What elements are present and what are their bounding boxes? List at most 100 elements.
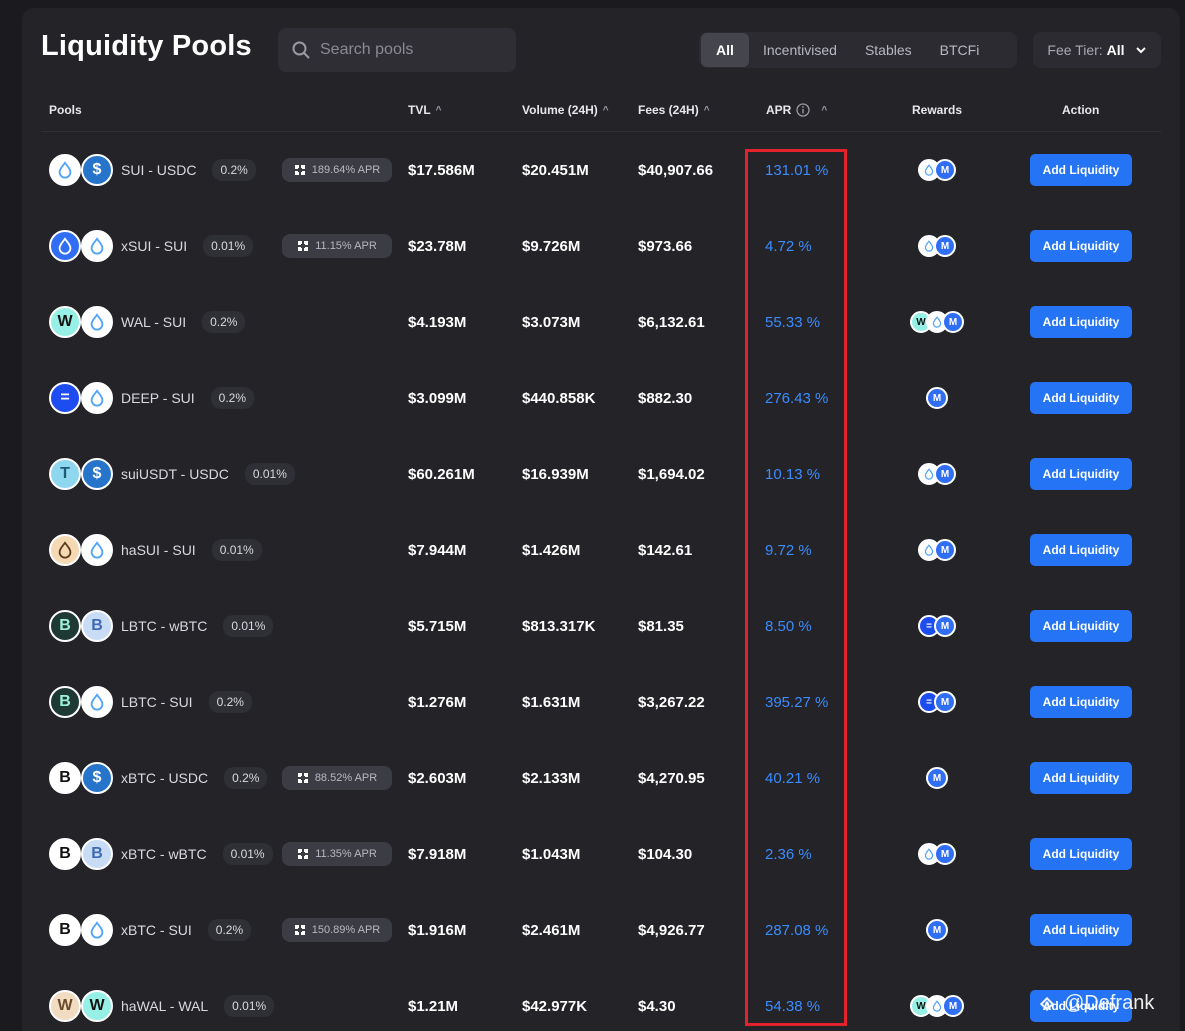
hasui-token-icon <box>49 534 81 566</box>
bonus-apr-cell: 88.52% APR <box>282 740 392 816</box>
sui-token-icon <box>81 686 113 718</box>
pool-pair: DEEP - SUI 0.2% <box>121 360 255 436</box>
apr-value[interactable]: 9.72 % <box>765 512 812 588</box>
filter-tab-incentivised[interactable]: Incentivised <box>749 33 851 67</box>
reward-token-icons[interactable]: = M <box>911 664 963 740</box>
search-box[interactable] <box>278 28 516 72</box>
fee-tier-badge: 0.01% <box>211 539 262 561</box>
column-header-apr[interactable]: APR ^ <box>766 103 827 117</box>
add-liquidity-button[interactable]: Add Liquidity <box>1030 762 1132 794</box>
add-liquidity-button[interactable]: Add Liquidity <box>1030 382 1132 414</box>
apr-value[interactable]: 395.27 % <box>765 664 828 740</box>
sort-caret-icon: ^ <box>821 104 828 116</box>
apr-value[interactable]: 276.43 % <box>765 360 828 436</box>
bonus-apr-text: 11.15% APR <box>315 240 377 252</box>
pool-row[interactable]: B B LBTC - wBTC 0.01% $5.715M $813.317K $81.35… <box>41 588 1161 664</box>
reward-token-icons[interactable]: M <box>911 512 963 588</box>
sort-caret-icon: ^ <box>602 104 609 116</box>
reward-token-icons[interactable]: M <box>911 436 963 512</box>
pool-token-pair-icons: B $ <box>49 740 113 816</box>
volume-value: $20.451M <box>522 161 589 179</box>
add-liquidity-button[interactable]: Add Liquidity <box>1030 914 1132 946</box>
column-header-volume[interactable]: Volume (24H) ^ <box>522 103 609 117</box>
fee-tier-badge: 0.01% <box>244 463 295 485</box>
pool-row[interactable]: haSUI - SUI 0.01% $7.944M $1.426M $142.61 9.7… <box>41 512 1161 588</box>
gift-icon <box>294 165 305 175</box>
pool-row[interactable]: W WhaWAL - WAL 0.01% $1.21M $42.977K $4.30 54.… <box>41 968 1161 1031</box>
apr-value[interactable]: 55.33 % <box>765 284 820 360</box>
mmt-token-icon: M <box>934 843 956 865</box>
reward-icon-stack: M <box>918 539 956 561</box>
apr-value[interactable]: 10.13 % <box>765 436 820 512</box>
mmt-token-icon: M <box>942 311 964 333</box>
add-liquidity-button[interactable]: Add Liquidity <box>1030 306 1132 338</box>
reward-icon-stack: WM <box>910 995 964 1017</box>
reward-token-icons[interactable]: M <box>911 816 963 892</box>
add-liquidity-button[interactable]: Add Liquidity <box>1030 458 1132 490</box>
search-input[interactable] <box>320 41 500 59</box>
add-liquidity-button[interactable]: Add Liquidity <box>1030 534 1132 566</box>
reward-token-icons[interactable]: WM <box>910 284 964 360</box>
pool-row[interactable]: B $ xBTC - USDC 0.2% 88.52% APR $2.603M $2.133… <box>41 740 1161 816</box>
apr-value[interactable]: 4.72 % <box>765 208 812 284</box>
apr-value[interactable]: 54.38 % <box>765 968 820 1031</box>
reward-token-icons[interactable]: = M <box>911 588 963 664</box>
tvl-value: $2.603M <box>408 769 467 787</box>
bonus-apr-badge[interactable]: 189.64% APR <box>282 158 392 182</box>
filter-tab-stables[interactable]: Stables <box>851 33 926 67</box>
pool-token-pair-icons: = <box>49 360 113 436</box>
pool-pair: SUI - USDC 0.2% <box>121 132 256 208</box>
apr-value[interactable]: 40.21 % <box>765 740 820 816</box>
add-liquidity-button[interactable]: Add Liquidity <box>1030 610 1132 642</box>
filter-tab-all[interactable]: All <box>701 33 749 67</box>
pool-token-pair-icons: B <box>49 664 113 740</box>
apr-value[interactable]: 8.50 % <box>765 588 812 664</box>
pool-row[interactable]: B LBTC - SUI 0.2% $1.276M $1.631M $3,267.22 39… <box>41 664 1161 740</box>
pool-pair: xBTC - wBTC 0.01% <box>121 816 273 892</box>
info-icon[interactable] <box>796 103 810 117</box>
bonus-apr-badge[interactable]: 11.35% APR <box>282 842 392 866</box>
bonus-apr-badge[interactable]: 11.15% APR <box>282 234 392 258</box>
usdt-token-icon: T <box>49 458 81 490</box>
reward-token-icons[interactable]: M <box>911 740 963 816</box>
pool-row[interactable]: $ SUI - USDC 0.2% 189.64% APR $17.586M $20.45… <box>41 132 1161 208</box>
pool-row[interactable]: BxBTC - SUI 0.2% 150.89% APR $1.916M $2.461M… <box>41 892 1161 968</box>
column-header-tvl[interactable]: TVL ^ <box>408 103 442 117</box>
apr-value[interactable]: 131.01 % <box>765 132 828 208</box>
add-liquidity-button[interactable]: Add Liquidity <box>1030 838 1132 870</box>
reward-token-icons[interactable]: M <box>911 132 963 208</box>
sort-caret-icon: ^ <box>435 104 442 116</box>
xbtc-token-icon: B <box>49 838 81 870</box>
reward-token-icons[interactable]: M <box>911 360 963 436</box>
reward-token-icons[interactable]: WM <box>910 968 964 1031</box>
add-liquidity-button[interactable]: Add Liquidity <box>1030 154 1132 186</box>
pool-row[interactable]: B BxBTC - wBTC 0.01% 11.35% APR $7.918M $1.04… <box>41 816 1161 892</box>
add-liquidity-button[interactable]: Add Liquidity <box>1030 230 1132 262</box>
filter-tab-btcfi[interactable]: BTCFi <box>926 33 994 67</box>
pool-row[interactable]: xSUI - SUI 0.01% 11.15% APR $23.78M $9.726M $… <box>41 208 1161 284</box>
add-liquidity-button[interactable]: Add Liquidity <box>1030 686 1132 718</box>
watermark-text: @Defrank <box>1064 992 1155 1014</box>
pool-token-pair-icons: W <box>49 284 113 360</box>
tvl-value: $60.261M <box>408 465 475 483</box>
action-cell: Add Liquidity <box>1030 588 1132 664</box>
gift-icon <box>297 773 308 783</box>
reward-token-icons[interactable]: M <box>911 208 963 284</box>
pool-row[interactable]: T $ suiUSDT - USDC 0.01% $60.261M $16.939M $1,… <box>41 436 1161 512</box>
column-header-fees[interactable]: Fees (24H) ^ <box>638 103 710 117</box>
reward-icon-stack: WM <box>910 311 964 333</box>
fee-tier-dropdown[interactable]: Fee Tier: All <box>1033 32 1161 68</box>
fees-value: $4,270.95 <box>638 769 705 787</box>
apr-value[interactable]: 2.36 % <box>765 816 812 892</box>
usdc-token-icon: $ <box>81 762 113 794</box>
bonus-apr-badge[interactable]: 88.52% APR <box>282 766 392 790</box>
apr-value[interactable]: 287.08 % <box>765 892 828 968</box>
deep-token-icon: = <box>49 382 81 414</box>
tvl-value: $1.916M <box>408 921 467 939</box>
bonus-apr-badge[interactable]: 150.89% APR <box>282 918 392 942</box>
pool-row[interactable]: = DEEP - SUI 0.2% $3.099M $440.858K $882.30 27… <box>41 360 1161 436</box>
bonus-apr-text: 150.89% APR <box>311 924 381 936</box>
pool-row[interactable]: W WAL - SUI 0.2% $4.193M $3.073M $6,132.61 55.… <box>41 284 1161 360</box>
pool-pair: suiUSDT - USDC 0.01% <box>121 436 295 512</box>
reward-token-icons[interactable]: M <box>911 892 963 968</box>
